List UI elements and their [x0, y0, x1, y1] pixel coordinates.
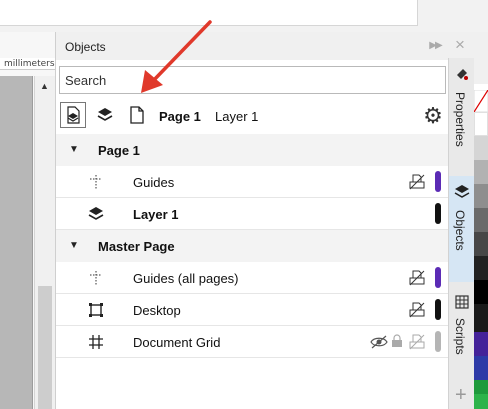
palette-swatch-gray90[interactable] — [474, 256, 488, 280]
collapse-caret-icon[interactable]: ▼ — [69, 144, 79, 155]
current-page-button[interactable] — [124, 102, 150, 128]
palette-swatch-green[interactable] — [474, 380, 488, 394]
current-page-layers-button[interactable] — [92, 102, 118, 128]
palette-swatch-gray30[interactable] — [474, 160, 488, 184]
no-color-swatch[interactable] — [474, 90, 488, 112]
search-input[interactable]: Search — [59, 66, 446, 94]
layers-icon — [454, 185, 470, 198]
search-placeholder: Search — [65, 73, 107, 88]
grid-icon — [87, 334, 105, 350]
tree-row-document-grid[interactable]: Document Grid — [56, 326, 449, 358]
tree-row-desktop[interactable]: Desktop — [56, 294, 449, 326]
scroll-up-arrow-icon[interactable]: ▲ — [40, 81, 49, 91]
desktop-label: Desktop — [133, 303, 181, 318]
page1-label: Page 1 — [98, 143, 140, 158]
canvas[interactable] — [0, 76, 33, 409]
palette-swatch-white[interactable] — [474, 112, 488, 136]
current-layer-label[interactable]: Layer 1 — [215, 109, 258, 124]
tree-row-layer1[interactable]: Layer 1 — [56, 198, 449, 230]
tab-properties[interactable]: Properties — [449, 58, 475, 162]
vertical-scrollbar[interactable] — [34, 76, 55, 409]
palette-swatch-gray10[interactable] — [474, 136, 488, 160]
expand-docker-icon[interactable]: ▶▶ — [427, 37, 443, 53]
tab-properties-label: Properties — [453, 92, 467, 147]
drawing-area: millimeters ▲ — [0, 32, 55, 409]
layer-color-swatch[interactable] — [435, 171, 441, 192]
tab-scripts[interactable]: Scripts — [449, 288, 475, 378]
properties-icon — [457, 69, 468, 80]
show-all-pages-button[interactable] — [60, 102, 86, 128]
tab-objects[interactable]: Objects — [449, 176, 475, 282]
guides-all-pages-label: Guides (all pages) — [133, 271, 239, 286]
layer-color-swatch[interactable] — [435, 203, 441, 224]
master-page-label: Master Page — [98, 239, 175, 254]
printer-icon[interactable] — [408, 334, 426, 350]
printer-icon[interactable] — [408, 302, 426, 318]
hidden-eye-icon[interactable] — [370, 335, 388, 349]
document-grid-label: Document Grid — [133, 335, 221, 350]
palette-swatch-blue[interactable] — [474, 356, 488, 380]
layer1-label: Layer 1 — [133, 207, 179, 222]
tab-objects-label: Objects — [453, 210, 467, 251]
ruler-units: millimeters — [4, 59, 55, 69]
top-strip — [0, 0, 488, 32]
palette-swatch-purple[interactable] — [474, 332, 488, 356]
tree-row-guides-all-pages[interactable]: Guides (all pages) — [56, 262, 449, 294]
palette-swatch-gray80[interactable] — [474, 232, 488, 256]
guides-label: Guides — [133, 175, 175, 190]
layer-color-swatch[interactable] — [435, 331, 441, 352]
gear-icon[interactable]: ⚙ — [420, 103, 446, 129]
docker-title: Objects — [65, 40, 106, 54]
desktop-icon — [87, 302, 105, 318]
scrollbar-thumb[interactable] — [38, 286, 52, 409]
color-palette — [474, 84, 488, 409]
tab-scripts-label: Scripts — [453, 318, 467, 355]
current-page-label[interactable]: Page 1 — [159, 109, 201, 124]
tree-row-master-page[interactable]: ▼ Master Page — [56, 230, 449, 262]
docker-toolbar: Page 1 Layer 1 ⚙ — [56, 98, 449, 132]
palette-swatch-gray50[interactable] — [474, 184, 488, 208]
printer-icon[interactable] — [408, 174, 426, 190]
palette-swatch-dark[interactable] — [474, 304, 488, 332]
close-docker-icon[interactable]: × — [452, 35, 468, 54]
layers-icon — [97, 108, 113, 121]
property-bar-area — [0, 0, 418, 26]
guides-icon — [87, 174, 105, 190]
palette-swatch-light-green[interactable] — [474, 394, 488, 409]
docker-tab-strip: Properties Objects Scripts + — [448, 58, 475, 409]
pages-icon — [67, 106, 80, 124]
add-docker-tab-icon[interactable]: + — [455, 384, 467, 407]
printer-icon[interactable] — [408, 270, 426, 286]
docker-header: Objects ▶▶ × — [56, 32, 465, 60]
layer-color-swatch[interactable] — [435, 267, 441, 288]
tree-row-guides[interactable]: Guides — [56, 166, 449, 198]
lock-icon[interactable] — [391, 334, 403, 348]
objects-docker: Objects ▶▶ × Search Page 1 Layer 1 ⚙ ▼ P… — [55, 32, 465, 409]
tree-row-page1[interactable]: ▼ Page 1 — [56, 134, 449, 166]
palette-swatch-gray60[interactable] — [474, 208, 488, 232]
layer-icon — [87, 206, 105, 222]
object-tree: ▼ Page 1 Guides Layer 1 ▼ Master Page Gu… — [56, 134, 449, 358]
collapse-caret-icon[interactable]: ▼ — [69, 240, 79, 251]
page-icon — [130, 106, 144, 124]
scripts-icon — [455, 295, 469, 309]
layer-color-swatch[interactable] — [435, 299, 441, 320]
palette-swatch-black[interactable] — [474, 280, 488, 304]
guides-icon — [87, 270, 105, 286]
